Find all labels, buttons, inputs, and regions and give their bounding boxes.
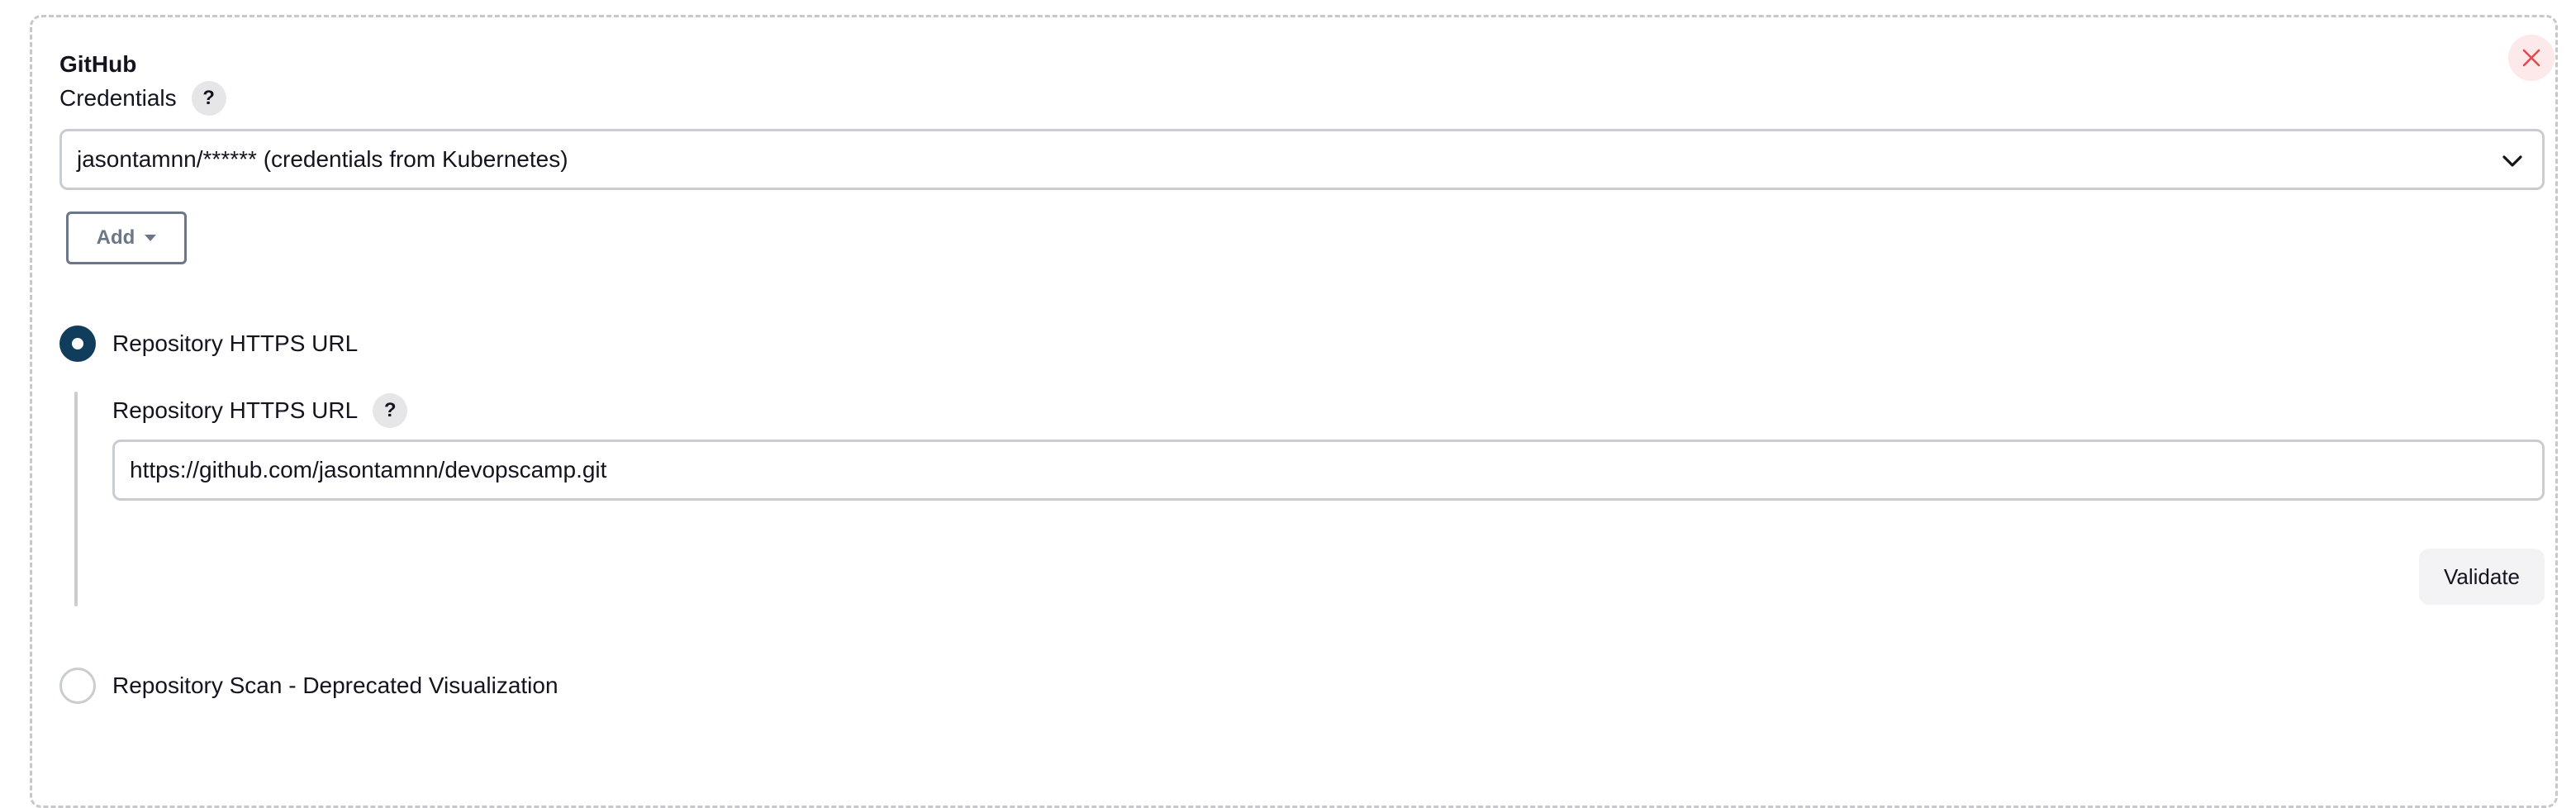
credentials-select[interactable]: jasontamnn/****** (credentials from Kube… (59, 129, 2545, 190)
radio-label-repository-https-url[interactable]: Repository HTTPS URL (112, 327, 358, 360)
credentials-selected-value: jasontamnn/****** (credentials from Kube… (77, 146, 568, 172)
chevron-down-icon (2502, 155, 2522, 167)
https-url-label-row: Repository HTTPS URL ? (112, 393, 408, 428)
radio-repository-https-url[interactable] (59, 326, 96, 362)
nested-section-indicator (74, 392, 78, 606)
validate-button[interactable]: Validate (2419, 549, 2545, 605)
radio-label-repository-scan[interactable]: Repository Scan - Deprecated Visualizati… (112, 669, 558, 702)
remove-source-button[interactable] (2508, 35, 2555, 81)
add-credentials-button[interactable]: Add (66, 212, 187, 264)
close-icon (2522, 49, 2540, 67)
help-icon[interactable]: ? (373, 393, 408, 428)
caret-down-icon (145, 235, 157, 241)
section-title: GitHub (59, 51, 137, 77)
repository-url-input[interactable]: https://github.com/jasontamnn/devopscamp… (112, 440, 2545, 501)
credentials-label-row: Credentials ? (59, 81, 226, 116)
help-icon[interactable]: ? (191, 81, 226, 116)
https-url-label: Repository HTTPS URL (112, 397, 359, 423)
repository-url-value: https://github.com/jasontamnn/devopscamp… (130, 457, 607, 482)
credentials-label: Credentials (59, 85, 177, 111)
add-button-label: Add (96, 226, 135, 249)
radio-repository-scan[interactable] (59, 668, 96, 704)
